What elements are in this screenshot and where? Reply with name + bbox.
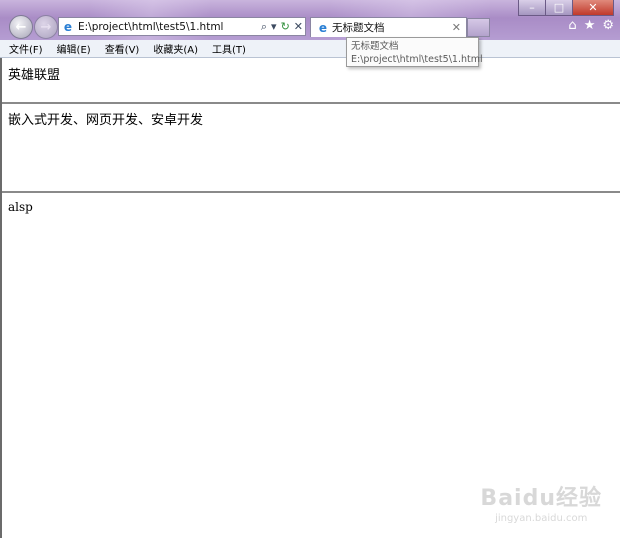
address-bar[interactable]: e E:\project\html\test5\1.html ⌕ ▾ ↻ ✕ [58,17,306,36]
frame-middle-text: 嵌入式开发、网页开发、安卓开发 [8,113,204,128]
tooltip-path: E:\project\html\test5\1.html [351,54,483,65]
menu-file[interactable]: 文件(F) [0,41,49,56]
forward-button[interactable]: → [34,15,58,39]
menu-edit[interactable]: 编辑(E) [51,41,97,56]
stop-icon[interactable]: ✕ [294,20,303,33]
minimize-button[interactable]: – [518,0,546,16]
menu-bar: 文件(F) 编辑(E) 查看(V) 收藏夹(A) 工具(T) [0,40,620,58]
forward-arrow-icon: → [40,19,52,35]
tab-tooltip: 无标题文档 E:\project\html\test5\1.html [346,37,483,67]
frame-bottom-text: alsp [8,200,33,214]
maximize-button[interactable]: □ [546,0,573,16]
baidu-watermark: Baidu经验 jingyan.baidu.com [480,480,602,524]
browser-titlebar: – □ ✕ ← → e E:\project\html\test5\1.html… [0,0,620,40]
new-tab-button[interactable] [467,18,490,37]
close-button[interactable]: ✕ [573,0,614,16]
menu-view[interactable]: 查看(V) [99,41,146,56]
frame-top: 英雄联盟 [2,59,620,104]
back-arrow-icon: ← [15,19,27,35]
chevron-down-icon[interactable]: ▾ [271,20,277,33]
minimize-icon: – [529,1,535,14]
maximize-icon: □ [553,1,565,14]
watermark-brand: Baidu经验 [480,486,602,511]
tab-title: 无标题文档 [332,22,385,34]
back-button[interactable]: ← [9,15,33,39]
command-icons: ⌂ ★ ⚙ [568,18,614,34]
tab-close-icon[interactable]: ✕ [452,21,461,34]
search-icon[interactable]: ⌕ [261,20,267,34]
address-input[interactable]: E:\project\html\test5\1.html [78,21,259,33]
menu-tools[interactable]: 工具(T) [206,41,252,56]
menu-favorites[interactable]: 收藏夹(A) [147,41,204,56]
tooltip-title: 无标题文档 [351,41,399,52]
gear-icon[interactable]: ⚙ [602,18,614,34]
tab-active[interactable]: e 无标题文档 ✕ [310,17,467,37]
frame-middle: 嵌入式开发、网页开发、安卓开发 [2,104,620,193]
ie-tab-icon: e [318,20,328,35]
favorites-star-icon[interactable]: ★ [584,18,596,34]
refresh-icon[interactable]: ↻ [281,20,290,33]
close-icon: ✕ [588,1,598,14]
frame-top-text: 英雄联盟 [8,68,61,83]
window-controls: – □ ✕ [518,0,614,16]
ie-page-icon: e [63,19,73,34]
watermark-site: jingyan.baidu.com [495,513,588,524]
home-icon[interactable]: ⌂ [568,18,576,34]
